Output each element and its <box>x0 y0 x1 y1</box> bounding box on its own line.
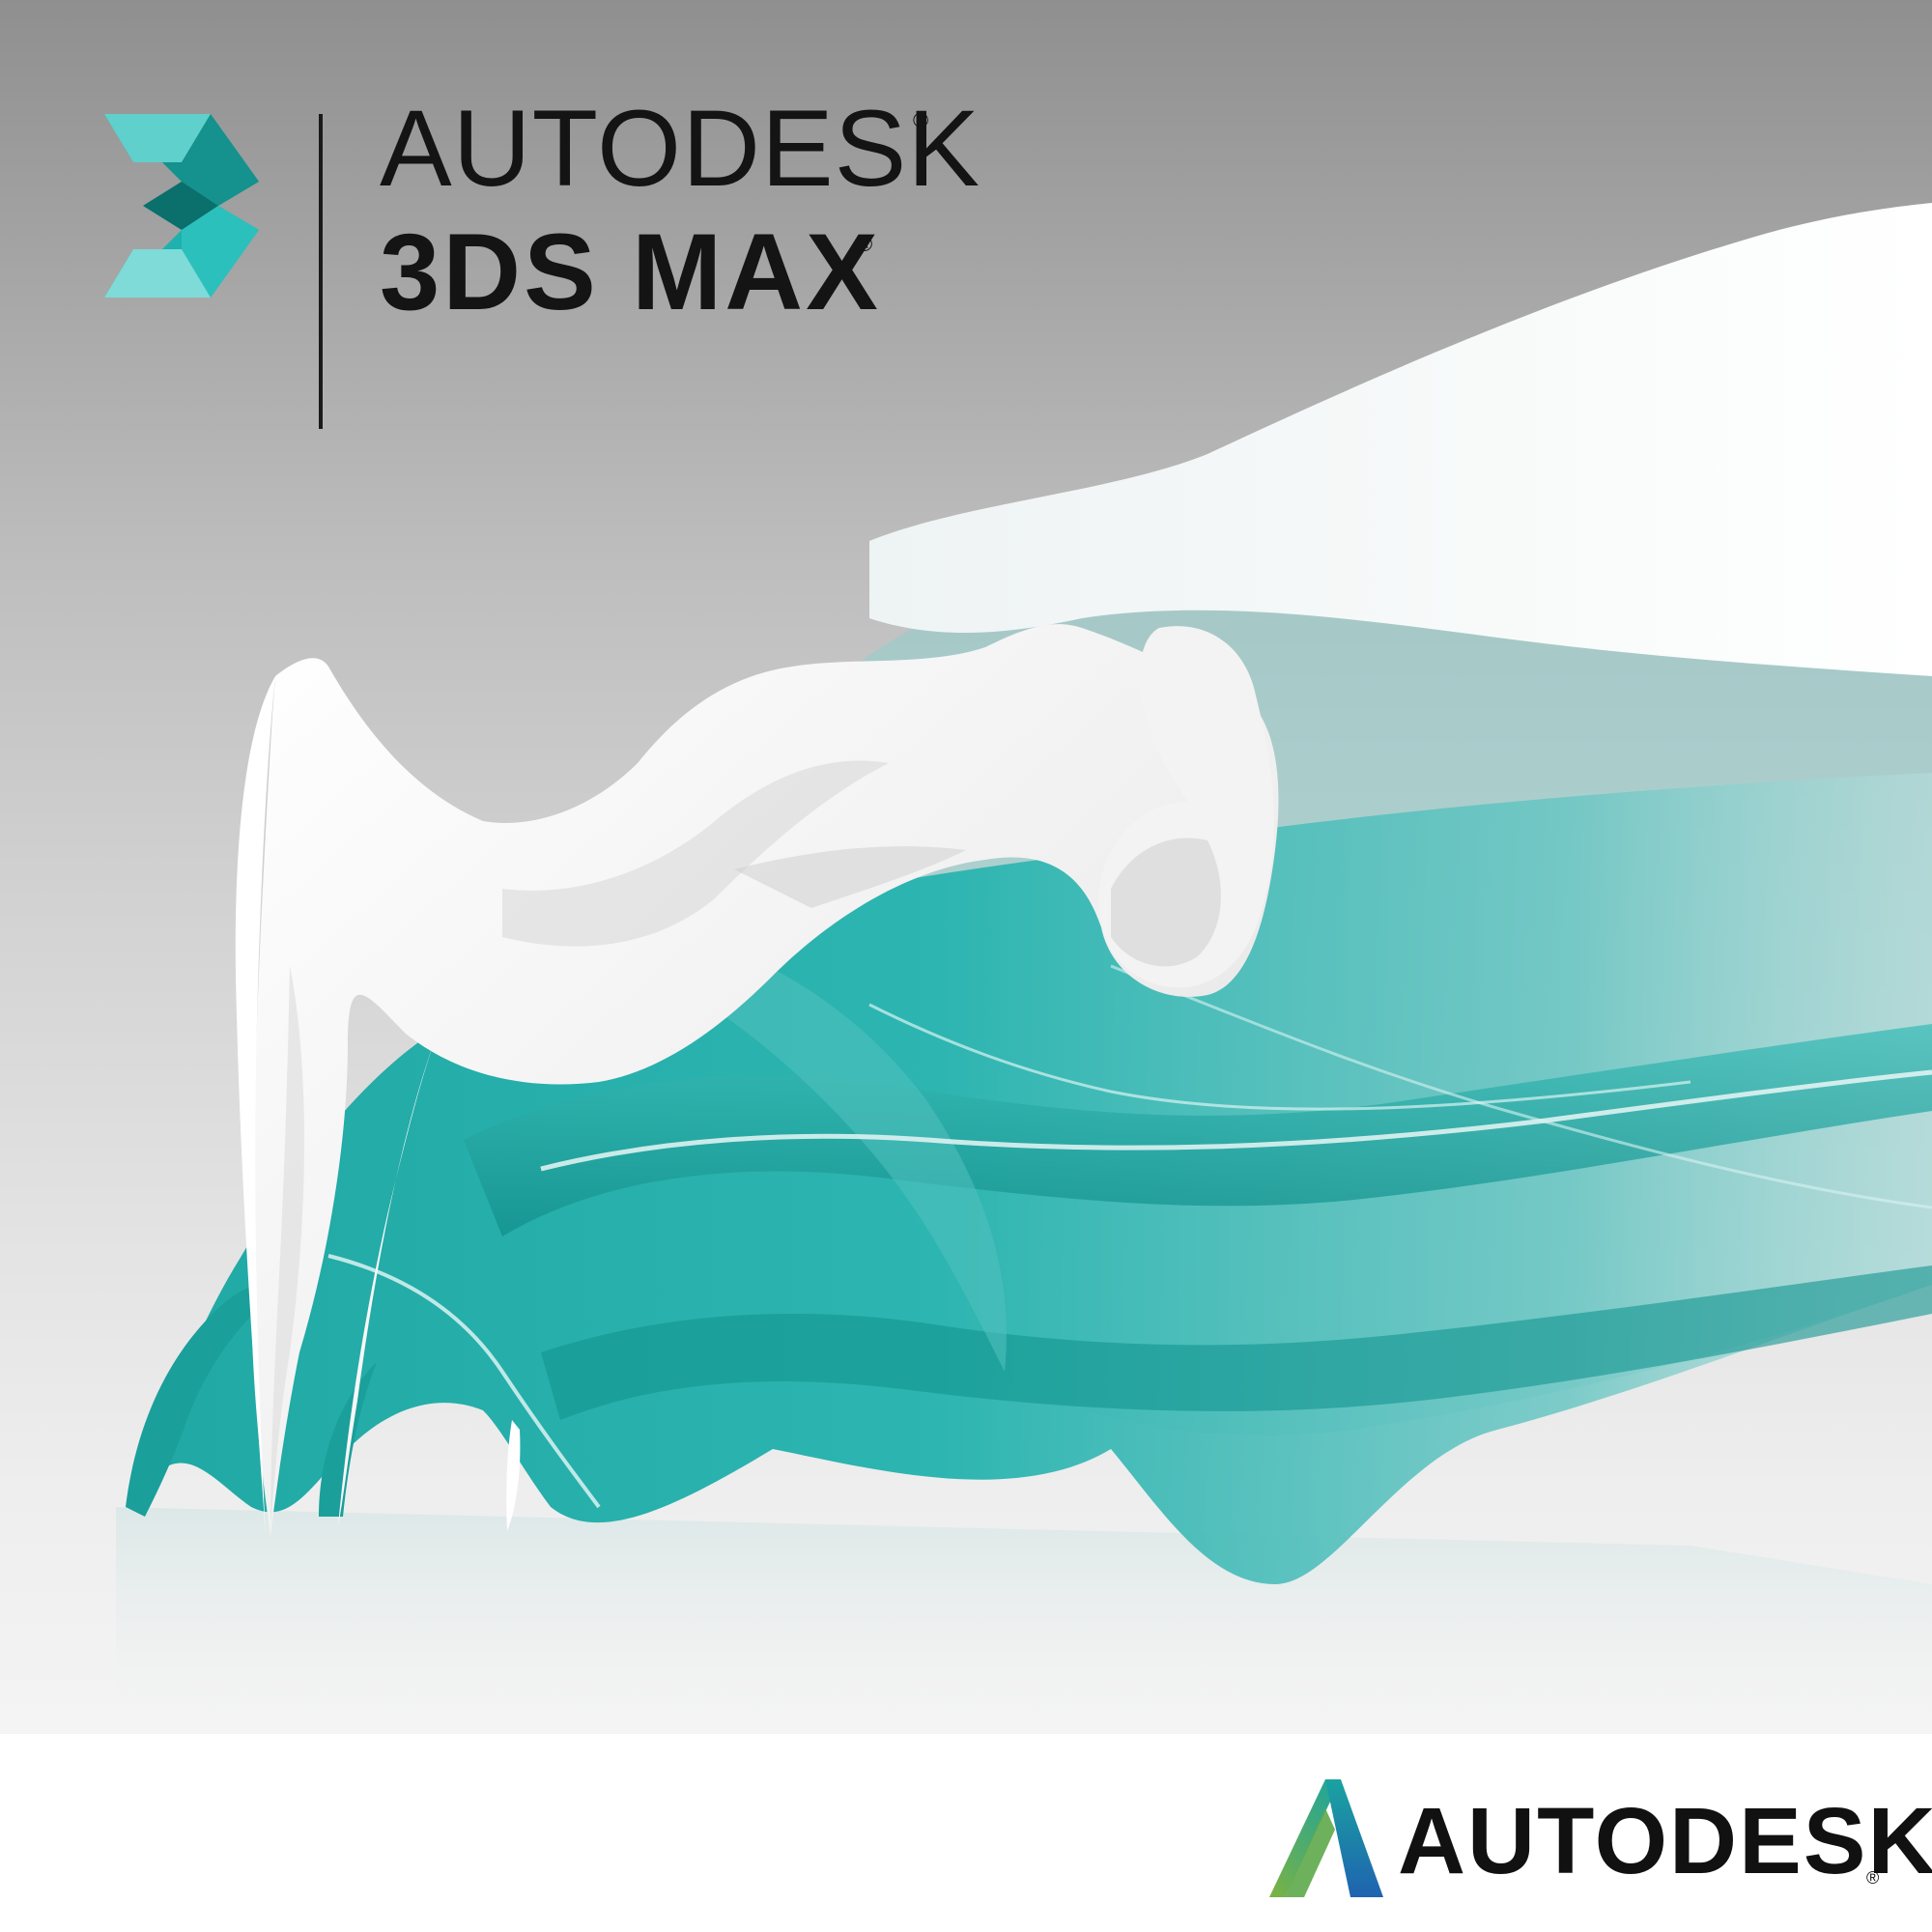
autodesk-wordmark: AUTODESK <box>1398 1788 1932 1893</box>
3ds-max-logo-icon <box>104 114 259 298</box>
lockup-divider <box>319 114 323 429</box>
registered-mark: ® <box>857 232 873 256</box>
registered-mark: ® <box>1866 1868 1880 1888</box>
autodesk-a-logo-icon <box>1269 1779 1383 1897</box>
registered-mark: ® <box>913 108 929 132</box>
floor-reflection <box>116 1507 1932 1734</box>
cloth-back-sheet <box>869 203 1932 676</box>
lockup-product-name: 3DS MAX <box>380 212 881 332</box>
lockup-brand-text: AUTODESK <box>380 88 981 209</box>
product-splash: AUTODESK ® 3DS MAX ® AUTODESK ® <box>0 0 1932 1932</box>
hero-artwork <box>116 203 1932 1734</box>
